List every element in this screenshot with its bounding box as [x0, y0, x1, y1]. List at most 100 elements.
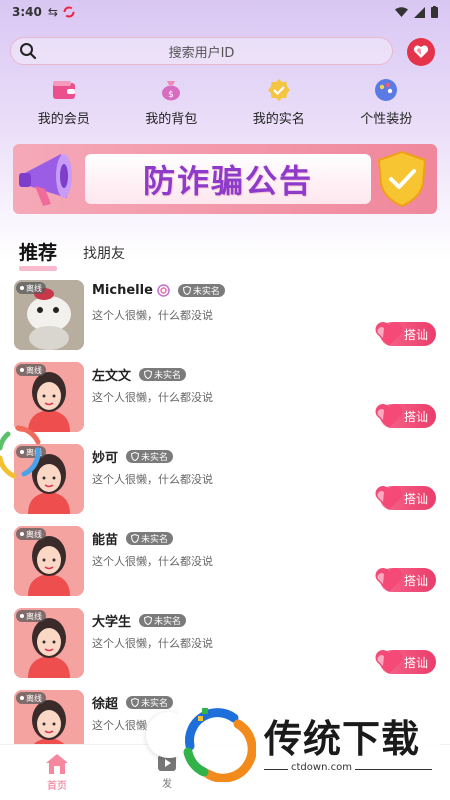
- shield-check-icon: [377, 150, 427, 208]
- user-bio: 这个人很懒，什么都没说: [92, 637, 213, 650]
- heart-icon: [375, 650, 403, 674]
- quick-menu-label: 个性装扮: [360, 112, 413, 127]
- user-name-text: 大学生: [92, 615, 132, 630]
- quick-menu-backpack[interactable]: $ 我的背包: [121, 78, 221, 128]
- avatar: 离线: [14, 608, 84, 678]
- svg-text:$: $: [168, 90, 174, 100]
- list-item[interactable]: 离线 大学生 未实名 这个人很懒，什么都没说 搭讪: [0, 606, 450, 688]
- quick-menu-label: 我的背包: [145, 112, 198, 127]
- heart-icon: [375, 404, 403, 428]
- user-name-text: Michelle: [92, 283, 153, 298]
- user-name: 能苗 未实名: [92, 529, 174, 548]
- user-name: 徐超 未实名: [92, 693, 174, 712]
- user-bio: 这个人很懒，什么都没说: [92, 391, 213, 404]
- feed-tabs: 推荐 找朋友: [19, 238, 125, 271]
- wifi-icon: [395, 6, 408, 17]
- offline-badge: 离线: [16, 282, 46, 294]
- user-name-text: 徐超: [92, 697, 119, 712]
- list-item[interactable]: 离线 妙可 未实名 这个人很懒，什么都没说 搭讪: [0, 442, 450, 524]
- palette-icon: [375, 79, 398, 101]
- quick-menu-membership[interactable]: 我的会员: [14, 78, 114, 128]
- watermark-url: ctdown.com: [288, 762, 355, 773]
- user-name: 大学生 未实名: [92, 611, 187, 630]
- signal-icon: [414, 6, 425, 18]
- shield-icon: [131, 698, 140, 707]
- chat-up-label: 搭讪: [403, 491, 428, 506]
- watermark-brand: 传统下载: [264, 717, 421, 761]
- nav-home-label: 首页: [47, 781, 67, 792]
- verify-status-badge: 未实名: [126, 532, 174, 545]
- offline-badge: 离线: [16, 364, 46, 376]
- shield-icon: [131, 452, 140, 461]
- quick-menu-label: 我的会员: [37, 112, 90, 127]
- chat-up-button[interactable]: 搭讪: [375, 650, 436, 674]
- offline-badge: 离线: [16, 610, 46, 622]
- user-name-text: 左文文: [92, 369, 132, 384]
- chat-up-label: 搭讪: [403, 655, 428, 670]
- user-bio: 这个人很懒: [92, 719, 147, 732]
- favorites-button[interactable]: [407, 38, 435, 66]
- user-name-text: 能苗: [92, 533, 119, 548]
- chat-up-label: 搭讪: [403, 409, 428, 424]
- chat-up-button[interactable]: 搭讪: [375, 486, 436, 510]
- search-placeholder: 搜索用户ID: [168, 45, 235, 61]
- spiral-badge-icon: [157, 284, 170, 297]
- list-item[interactable]: 离线 Michelle 未实名 这个人很懒，什么都没说 搭讪: [0, 278, 450, 360]
- shield-icon: [144, 616, 153, 625]
- bag-icon: $: [162, 81, 181, 101]
- user-list: 离线 Michelle 未实名 这个人很懒，什么都没说 搭讪 离线 左文文 未实…: [0, 278, 450, 770]
- user-name: Michelle 未实名: [92, 283, 225, 298]
- verify-status-badge: 未实名: [139, 368, 187, 381]
- loading-spinner-icon: [0, 425, 41, 479]
- quick-menu: 我的会员 $ 我的背包 我的实名 个性装扮: [0, 78, 450, 128]
- heart-icon: [375, 486, 403, 510]
- heart-icon: [413, 45, 429, 58]
- tab-recommended[interactable]: 推荐: [19, 238, 58, 271]
- user-name: 妙可 未实名: [92, 447, 174, 466]
- megaphone-icon: [19, 154, 72, 206]
- user-bio: 这个人很懒，什么都没说: [92, 309, 213, 322]
- shield-icon: [182, 286, 191, 295]
- verify-status-badge: 未实名: [126, 450, 174, 463]
- user-bio: 这个人很懒，什么都没说: [92, 473, 213, 486]
- offline-badge: 离线: [16, 528, 46, 540]
- status-time: 3:40: [12, 5, 42, 19]
- nav-home[interactable]: 首页: [40, 753, 74, 792]
- avatar: 离线: [14, 526, 84, 596]
- heart-icon: [375, 322, 403, 346]
- avatar: 离线: [14, 362, 84, 432]
- user-name: 左文文 未实名: [92, 365, 187, 384]
- chat-up-label: 搭讪: [403, 573, 428, 588]
- wallet-icon: [52, 81, 75, 99]
- heart-icon: [375, 568, 403, 592]
- sync-icon: ⇆: [47, 5, 58, 19]
- list-item[interactable]: 离线 左文文 未实名 这个人很懒，什么都没说 搭讪: [0, 360, 450, 442]
- watermark-logo-icon: [183, 708, 256, 782]
- status-bar: 3:40 ⇆: [0, 0, 450, 24]
- user-bio: 这个人很懒，什么都没说: [92, 555, 213, 568]
- anti-fraud-banner[interactable]: 防诈骗公告: [13, 144, 437, 214]
- watermark: 传统下载 ctdown.com: [178, 702, 440, 782]
- banner-title-panel: 防诈骗公告: [85, 154, 371, 204]
- quick-menu-dressup[interactable]: 个性装扮: [336, 78, 436, 128]
- quick-menu-verification[interactable]: 我的实名: [229, 78, 329, 128]
- offline-badge: 离线: [16, 692, 46, 704]
- verified-icon: [267, 79, 290, 101]
- avatar: 离线: [14, 280, 84, 350]
- chat-up-button[interactable]: 搭讪: [375, 568, 436, 592]
- quick-menu-label: 我的实名: [252, 112, 305, 127]
- search-input[interactable]: 搜索用户ID: [10, 37, 393, 65]
- verify-status-badge: 未实名: [139, 614, 187, 627]
- user-name-text: 妙可: [92, 451, 119, 466]
- list-item[interactable]: 离线 能苗 未实名 这个人很懒，什么都没说 搭讪: [0, 524, 450, 606]
- chat-up-button[interactable]: 搭讪: [375, 322, 436, 346]
- banner-title: 防诈骗公告: [142, 162, 313, 200]
- app-ring-icon: [63, 6, 75, 18]
- battery-icon: [431, 6, 438, 18]
- chat-up-label: 搭讪: [403, 327, 428, 342]
- shield-icon: [144, 370, 153, 379]
- verify-status-badge: 未实名: [177, 284, 225, 297]
- shield-icon: [131, 534, 140, 543]
- tab-find-friends[interactable]: 找朋友: [83, 243, 125, 269]
- chat-up-button[interactable]: 搭讪: [375, 404, 436, 428]
